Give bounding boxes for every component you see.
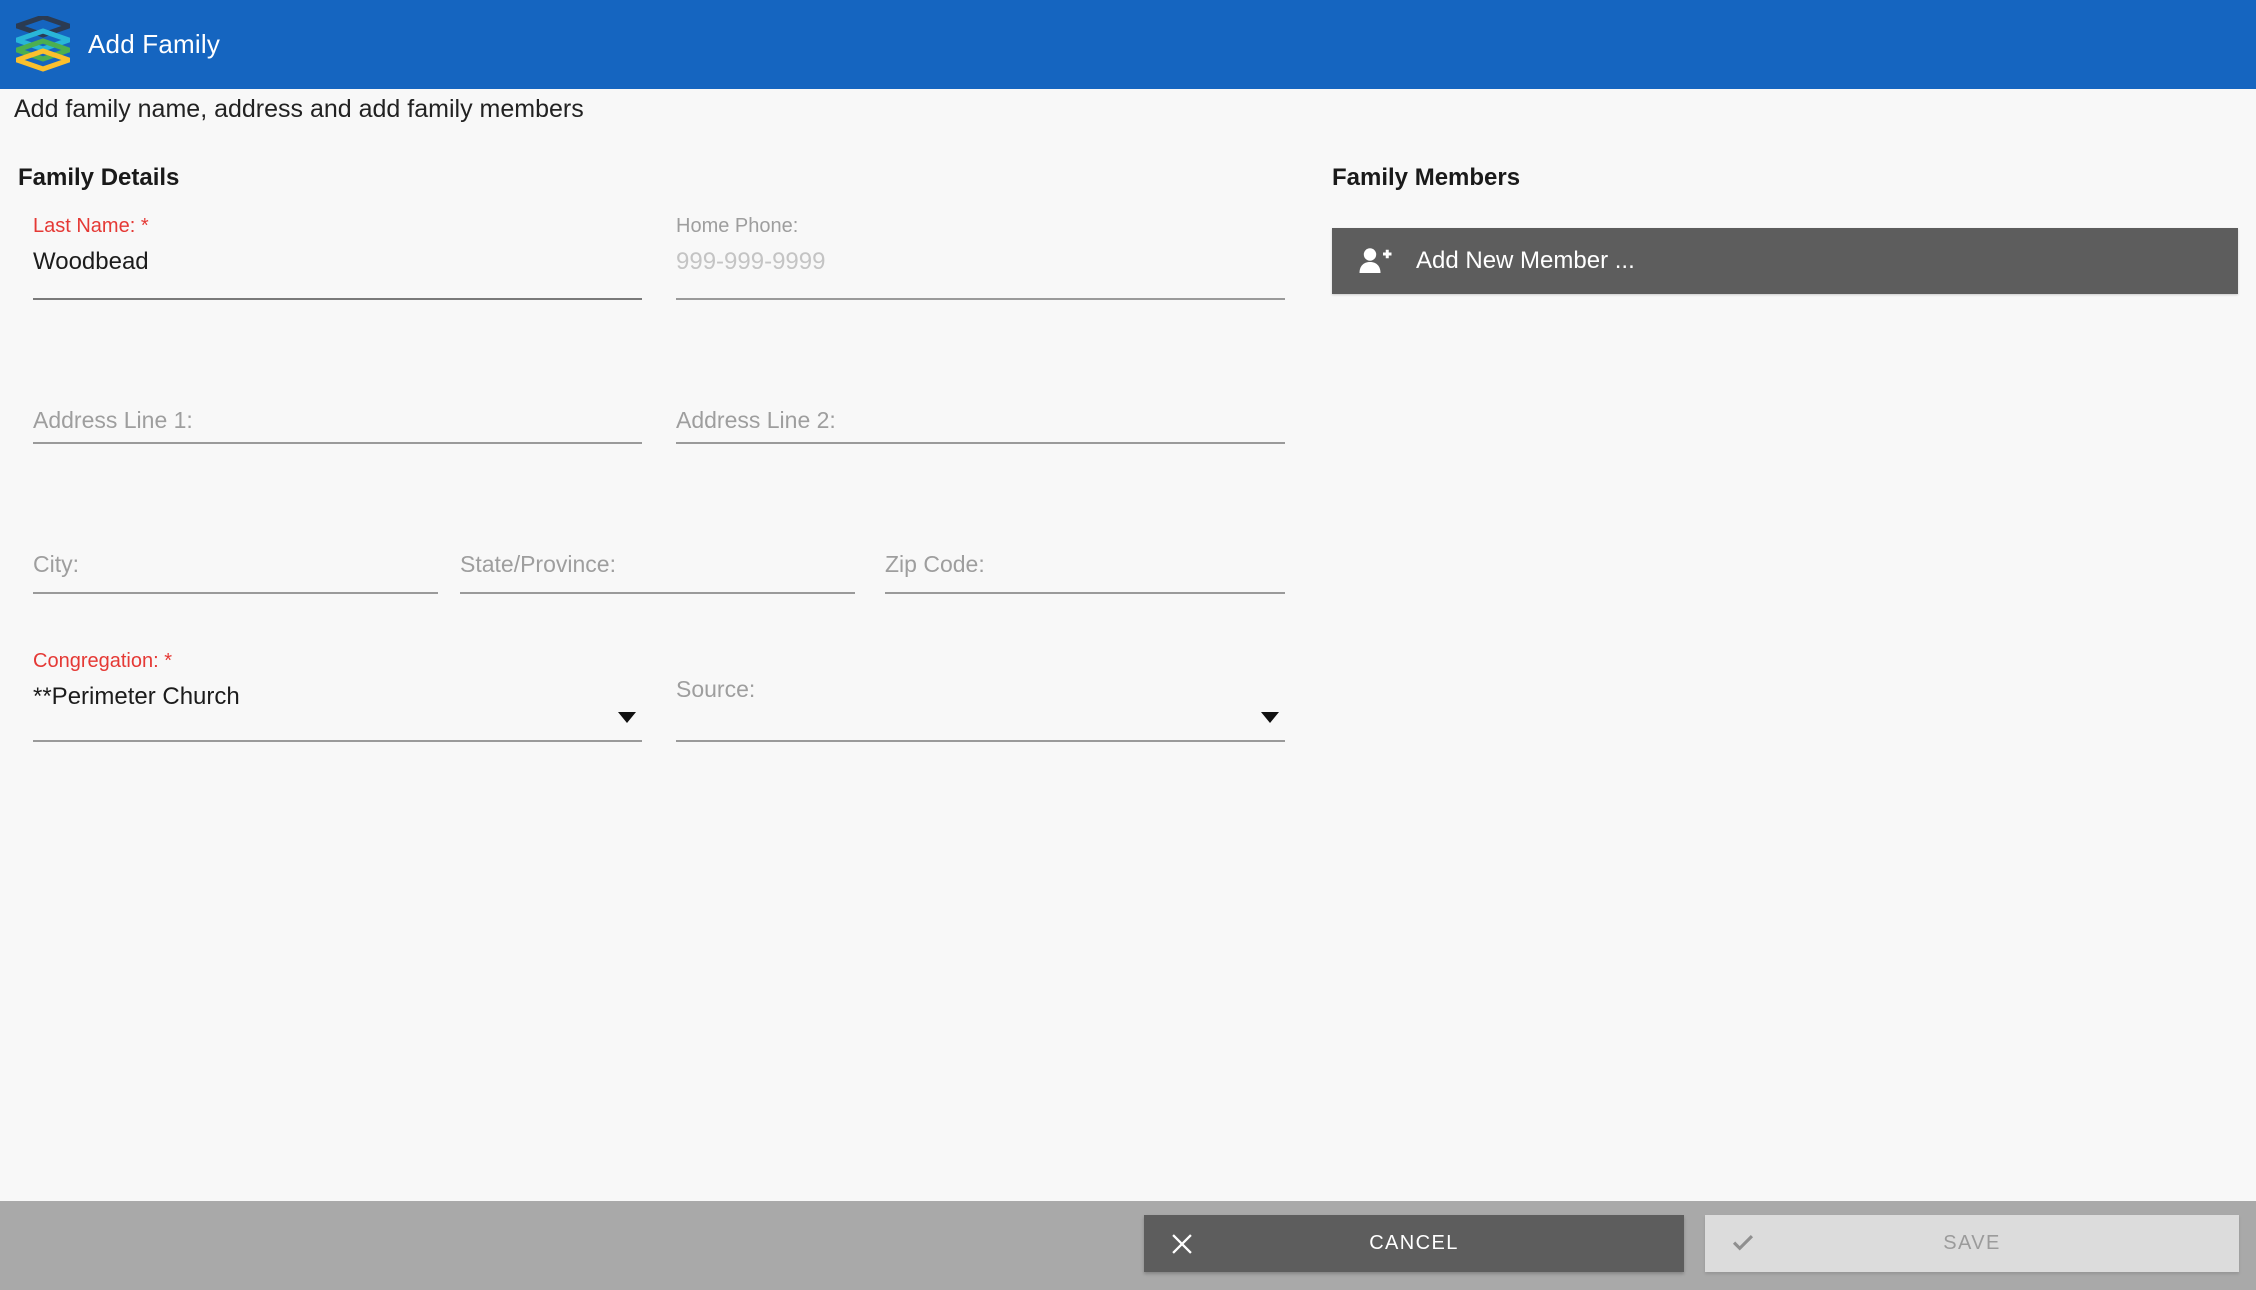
- congregation-value: **Perimeter Church: [33, 683, 240, 710]
- page-subtitle: Add family name, address and add family …: [14, 95, 584, 123]
- congregation-label: Congregation: *: [33, 650, 172, 672]
- city-label: City:: [33, 551, 79, 577]
- city-underline: [33, 592, 438, 594]
- address-line-2-field[interactable]: Address Line 2:: [676, 380, 1285, 444]
- save-button[interactable]: SAVE: [1705, 1215, 2239, 1272]
- address-line-2-underline: [676, 442, 1285, 444]
- congregation-dropdown[interactable]: Congregation: * **Perimeter Church: [33, 650, 642, 742]
- chevron-down-icon[interactable]: [1261, 712, 1279, 723]
- cancel-button-label: CANCEL: [1369, 1232, 1459, 1254]
- home-phone-underline: [676, 298, 1285, 300]
- app-header-bar: Add Family: [0, 0, 2256, 89]
- home-phone-field[interactable]: Home Phone: 999-999-9999: [676, 215, 1285, 300]
- state-province-label: State/Province:: [460, 551, 616, 577]
- cancel-button[interactable]: CANCEL: [1144, 1215, 1684, 1272]
- zip-code-field[interactable]: Zip Code:: [885, 524, 1285, 594]
- last-name-underline: [33, 298, 642, 300]
- state-province-underline: [460, 592, 855, 594]
- add-family-screen: Add Family Add family name, address and …: [0, 0, 2256, 1290]
- last-name-value: Woodbead: [33, 248, 149, 275]
- person-plus-icon: [1358, 246, 1392, 276]
- source-label: Source:: [676, 676, 756, 702]
- last-name-label: Last Name: *: [33, 215, 149, 237]
- address-line-1-underline: [33, 442, 642, 444]
- last-name-field[interactable]: Last Name: * Woodbead: [33, 215, 642, 300]
- save-button-label: SAVE: [1943, 1232, 2001, 1254]
- zip-code-underline: [885, 592, 1285, 594]
- address-line-2-label: Address Line 2:: [676, 407, 836, 433]
- add-new-member-label: Add New Member ...: [1416, 247, 1635, 274]
- address-line-1-label: Address Line 1:: [33, 407, 193, 433]
- city-field[interactable]: City:: [33, 524, 438, 594]
- source-underline: [676, 740, 1285, 742]
- checkmark-icon: [1727, 1228, 1759, 1260]
- home-phone-label: Home Phone:: [676, 215, 799, 237]
- family-details-heading: Family Details: [18, 164, 180, 191]
- congregation-underline: [33, 740, 642, 742]
- stacked-layers-icon: [16, 15, 70, 74]
- source-dropdown[interactable]: Source:: [676, 676, 1285, 742]
- family-members-heading: Family Members: [1332, 164, 1521, 191]
- close-x-icon: [1166, 1228, 1198, 1260]
- address-line-1-field[interactable]: Address Line 1:: [33, 380, 642, 444]
- chevron-down-icon[interactable]: [618, 712, 636, 723]
- zip-code-label: Zip Code:: [885, 551, 985, 577]
- app-title: Add Family: [88, 29, 221, 59]
- add-new-member-button[interactable]: Add New Member ...: [1332, 228, 2238, 294]
- home-phone-placeholder: 999-999-9999: [676, 248, 826, 275]
- state-province-field[interactable]: State/Province:: [460, 524, 855, 594]
